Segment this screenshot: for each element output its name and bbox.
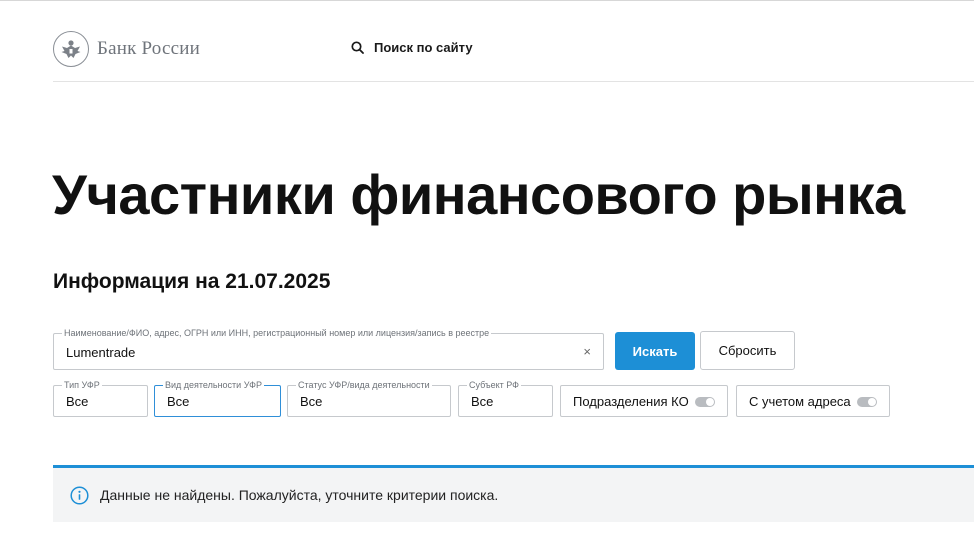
site-header: Банк России Поиск по сайту — [53, 3, 974, 82]
search-submit-button[interactable]: Искать — [615, 332, 695, 370]
with-address-switch[interactable] — [857, 397, 877, 407]
notice-text: Данные не найдены. Пожалуйста, уточните … — [100, 487, 499, 503]
type-select[interactable]: Тип УФР Все — [53, 379, 148, 417]
status-select-legend: Статус УФР/вида деятельности — [296, 379, 432, 391]
site-search-label: Поиск по сайту — [374, 40, 473, 55]
logo-text: Банк России — [97, 38, 200, 59]
main-search-input[interactable]: Наименование/ФИО, адрес, ОГРН или ИНН, р… — [53, 327, 604, 370]
main-search-value: Lumentrade — [66, 345, 136, 360]
with-address-label: С учетом адреса — [749, 393, 851, 409]
ko-divisions-label: Подразделения КО — [573, 393, 689, 409]
region-select[interactable]: Субъект РФ Все — [458, 379, 553, 417]
main-search-legend: Наименование/ФИО, адрес, ОГРН или ИНН, р… — [62, 327, 492, 339]
reset-button[interactable]: Сбросить — [700, 331, 795, 370]
search-icon — [351, 41, 364, 54]
eagle-emblem-icon — [53, 31, 89, 67]
activity-select-value: Все — [167, 394, 190, 409]
activity-select[interactable]: Вид деятельности УФР Все — [154, 379, 281, 417]
bank-logo[interactable]: Банк России — [53, 31, 200, 67]
ko-divisions-switch[interactable] — [695, 397, 715, 407]
info-icon — [70, 485, 89, 505]
ko-divisions-toggle[interactable]: Подразделения КО — [560, 385, 728, 417]
activity-select-legend: Вид деятельности УФР — [163, 379, 264, 391]
status-select-value: Все — [300, 394, 323, 409]
not-found-notice: Данные не найдены. Пожалуйста, уточните … — [53, 465, 974, 522]
region-select-value: Все — [471, 394, 494, 409]
close-icon[interactable]: × — [583, 344, 591, 359]
site-search-button[interactable]: Поиск по сайту — [351, 40, 473, 55]
type-select-legend: Тип УФР — [62, 379, 102, 391]
type-select-value: Все — [66, 394, 89, 409]
with-address-toggle[interactable]: С учетом адреса — [736, 385, 890, 417]
page-title: Участники финансового рынка — [52, 163, 905, 226]
region-select-legend: Субъект РФ — [467, 379, 521, 391]
status-select[interactable]: Статус УФР/вида деятельности Все — [287, 379, 451, 417]
info-date-heading: Информация на 21.07.2025 — [53, 270, 331, 293]
